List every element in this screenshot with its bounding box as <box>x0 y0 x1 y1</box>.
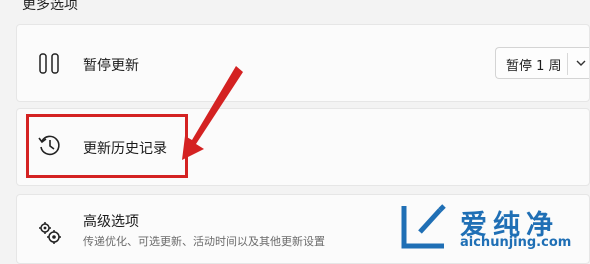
pause-duration-value: 暂停 1 周 <box>506 59 562 74</box>
watermark-domain: aichunjing.com <box>460 235 572 250</box>
gears-icon <box>37 220 63 246</box>
chevron-down-icon[interactable] <box>575 57 587 69</box>
watermark-logo <box>401 204 446 249</box>
watermark: 爱纯净 aichunjing.com <box>398 200 590 256</box>
pause-updates-card[interactable]: 暂停更新 暂停 1 周 <box>16 24 590 102</box>
advanced-options-label: 高级选项 <box>83 214 139 230</box>
section-title: 更多选项 <box>22 0 78 13</box>
pause-duration-dropdown[interactable]: 暂停 1 周 <box>495 47 589 79</box>
pause-updates-label: 暂停更新 <box>83 58 139 74</box>
dropdown-separator <box>567 53 568 75</box>
pause-icon <box>37 51 63 77</box>
highlight-box <box>26 114 188 178</box>
advanced-options-description: 传递优化、可选更新、活动时间以及其他更新设置 <box>83 235 325 248</box>
